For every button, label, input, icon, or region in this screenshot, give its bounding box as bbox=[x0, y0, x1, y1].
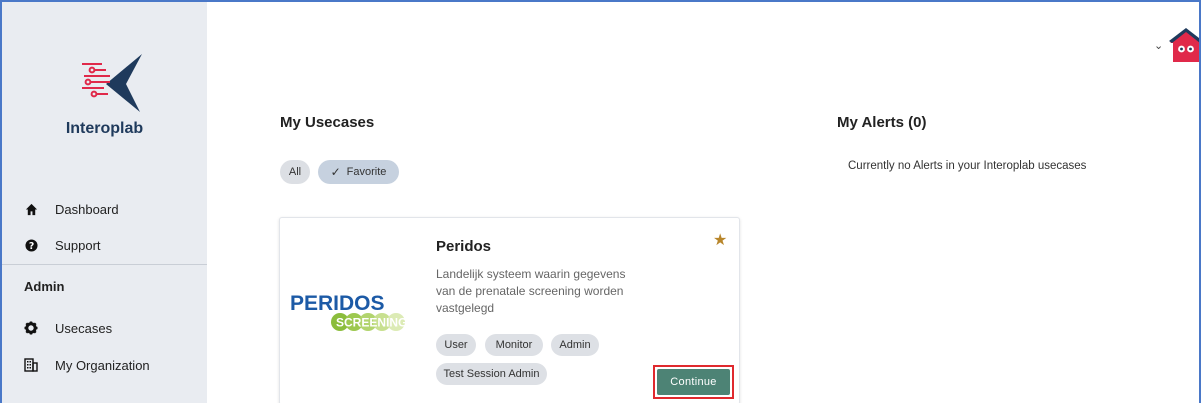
logo-text: PERIDOS bbox=[290, 292, 385, 315]
svg-text:?: ? bbox=[28, 240, 33, 251]
nav-item-usecases[interactable]: Usecases bbox=[24, 316, 112, 340]
nav-item-label: Dashboard bbox=[55, 201, 119, 217]
interoplab-logo[interactable] bbox=[80, 50, 144, 114]
peridos-logo: PERIDOS SCREENING bbox=[290, 292, 407, 331]
filter-chip-all[interactable]: All bbox=[280, 160, 310, 184]
role-tag-label: Admin bbox=[559, 339, 591, 351]
building-icon bbox=[24, 358, 38, 372]
help-icon: ? bbox=[24, 238, 38, 252]
usecase-title: Peridos bbox=[436, 238, 492, 255]
sidebar-divider bbox=[2, 264, 207, 265]
admin-section-label: Admin bbox=[24, 279, 65, 294]
alerts-empty-message: Currently no Alerts in your Interoplab u… bbox=[848, 160, 1087, 172]
brand-name: Interoplab bbox=[65, 120, 144, 137]
nav-item-support[interactable]: ? Support bbox=[24, 233, 101, 257]
favorite-star-icon[interactable]: ★ bbox=[713, 230, 727, 250]
gear-icon bbox=[24, 321, 38, 335]
user-menu-chevron-down-icon[interactable]: ⌄ bbox=[1154, 39, 1163, 52]
role-tag-label: Monitor bbox=[495, 339, 533, 351]
logo-subtext: SCREENING bbox=[336, 316, 407, 330]
home-icon bbox=[24, 202, 38, 216]
role-tag-label: User bbox=[444, 339, 468, 351]
nav-item-my-organization[interactable]: My Organization bbox=[24, 353, 150, 377]
role-tag: Admin bbox=[551, 334, 599, 356]
usecase-card: PERIDOS SCREENING Peridos ★ Landelijk sy… bbox=[279, 217, 740, 403]
filter-chip-favorite[interactable]: ✓ Favorite bbox=[318, 160, 399, 184]
nav-item-label: Usecases bbox=[55, 320, 113, 336]
usecases-title: My Usecases bbox=[280, 114, 375, 131]
filter-chip-label: Favorite bbox=[346, 166, 387, 178]
filter-chip-label: All bbox=[288, 166, 302, 178]
avatar[interactable] bbox=[1169, 28, 1201, 62]
check-icon: ✓ bbox=[330, 165, 341, 179]
nav-item-label: My Organization bbox=[55, 357, 150, 373]
usecase-description: Landelijk systeem waarin gegevens van de… bbox=[436, 267, 626, 315]
continue-button[interactable]: Continue bbox=[657, 369, 730, 395]
sidebar: Interoplab Dashboard ? Support Admin Use… bbox=[2, 2, 207, 403]
role-tag: Monitor bbox=[485, 334, 543, 356]
continue-button-highlight: Continue bbox=[653, 365, 734, 399]
role-tag: User bbox=[436, 334, 476, 356]
app-window: Interoplab Dashboard ? Support Admin Use… bbox=[0, 0, 1201, 403]
alerts-title: My Alerts (0) bbox=[837, 114, 927, 131]
nav-item-dashboard[interactable]: Dashboard bbox=[24, 197, 119, 221]
role-tag-label: Test Session Admin bbox=[443, 368, 540, 380]
nav-item-label: Support bbox=[55, 237, 101, 253]
role-tag: Test Session Admin bbox=[436, 363, 547, 385]
